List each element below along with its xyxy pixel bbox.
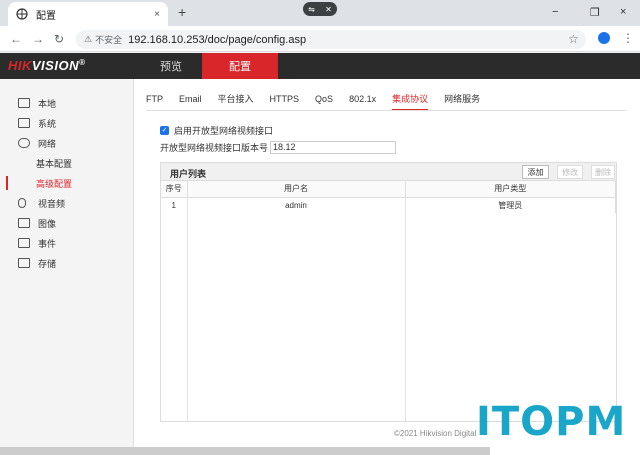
- cast-icon: ⇋: [308, 4, 315, 14]
- globe-icon: [18, 138, 30, 148]
- bookmark-star-icon[interactable]: ☆: [568, 32, 579, 46]
- delete-user-button[interactable]: 删除: [591, 165, 615, 179]
- image-icon: [18, 218, 30, 228]
- tab-platform-access[interactable]: 平台接入: [218, 91, 254, 111]
- onvif-version-field[interactable]: 18.12: [270, 141, 397, 154]
- monitor-icon: [18, 98, 30, 108]
- mic-icon: [18, 198, 26, 208]
- sidebar-item-image[interactable]: 图像: [0, 213, 134, 233]
- sidebar: 本地 系统 网络 基本配置 高级配置 视音频 图像 事件 存储: [0, 79, 134, 455]
- enable-onvif-checkbox[interactable]: ✓: [160, 126, 169, 135]
- tab-divider: [146, 110, 626, 111]
- app-header: HIKVISION® 预览 配置: [0, 53, 640, 79]
- browser-tabstrip: 配置 × + ⇋ ✕ − ❐ ×: [0, 0, 640, 26]
- add-user-button[interactable]: 添加: [522, 165, 549, 179]
- nav-preview[interactable]: 预览: [140, 53, 202, 79]
- user-list-title: 用户列表: [170, 169, 207, 179]
- tab-network-service[interactable]: 网络服务: [444, 91, 480, 111]
- copyright-footer: ©2021 Hikvision Digital: [394, 429, 477, 438]
- sidebar-item-network[interactable]: 网络: [0, 133, 134, 153]
- col-header-username: 用户名: [187, 181, 406, 198]
- grid-line: [187, 197, 188, 421]
- cast-indicator[interactable]: ⇋ ✕: [303, 2, 337, 16]
- address-bar: ← → ↻ ⚠ 不安全 192.168.10.253/doc/page/conf…: [0, 26, 640, 52]
- tab-email[interactable]: Email: [179, 91, 202, 111]
- tab-integration-protocol[interactable]: 集成协议: [392, 91, 429, 111]
- sidebar-item-storage[interactable]: 存储: [0, 253, 134, 273]
- sidebar-item-local[interactable]: 本地: [0, 93, 134, 113]
- storage-icon: [18, 258, 30, 268]
- insecure-label: 不安全: [95, 35, 123, 45]
- minimize-button[interactable]: −: [552, 6, 558, 18]
- user-list-header: 用户列表 添加 修改 删除: [161, 163, 616, 181]
- onvif-version-row: 开放型网络视频接口版本号 18.12: [160, 141, 397, 154]
- tab-https[interactable]: HTTPS: [270, 91, 300, 111]
- modify-user-button[interactable]: 修改: [557, 165, 583, 179]
- tab-ftp[interactable]: FTP: [146, 91, 163, 111]
- onvif-version-label: 开放型网络视频接口版本号: [160, 143, 269, 153]
- omnibox[interactable]: ⚠ 不安全 192.168.10.253/doc/page/config.asp: [76, 30, 586, 49]
- browser-tab[interactable]: 配置 ×: [8, 2, 168, 26]
- sidebar-item-video-audio[interactable]: 视音频: [0, 193, 134, 213]
- tab-title: 配置: [36, 10, 56, 22]
- back-icon[interactable]: ←: [10, 32, 22, 46]
- event-icon: [18, 238, 30, 248]
- enable-onvif-label: 启用开放型网络视频接口: [174, 126, 274, 136]
- grid-line: [405, 197, 406, 421]
- profile-avatar[interactable]: [598, 32, 610, 44]
- tab-8021x[interactable]: 802.1x: [349, 91, 376, 111]
- col-header-no: 序号: [161, 181, 188, 198]
- sidebar-item-system[interactable]: 系统: [0, 113, 134, 133]
- protocol-tabs: FTP Email 平台接入 HTTPS QoS 802.1x 集成协议 网络服…: [146, 91, 496, 111]
- tab-qos[interactable]: QoS: [315, 91, 333, 111]
- globe-icon: [16, 8, 28, 20]
- enable-onvif-row: ✓ 启用开放型网络视频接口: [160, 124, 273, 137]
- table-grid-lines: [161, 197, 616, 421]
- forward-icon[interactable]: →: [32, 32, 44, 46]
- close-window-button[interactable]: ×: [620, 6, 626, 18]
- restore-button[interactable]: ❐: [590, 6, 600, 19]
- hikvision-logo: HIKVISION®: [8, 58, 86, 73]
- main-panel: FTP Email 平台接入 HTTPS QoS 802.1x 集成协议 网络服…: [134, 79, 640, 455]
- url-text[interactable]: 192.168.10.253/doc/page/config.asp: [128, 34, 306, 46]
- horizontal-scrollbar[interactable]: [0, 447, 490, 455]
- col-header-usertype: 用户类型: [405, 181, 616, 198]
- nav-config[interactable]: 配置: [202, 53, 278, 79]
- sidebar-item-basic-config[interactable]: 基本配置: [0, 153, 134, 173]
- tab-close-icon[interactable]: ×: [154, 9, 160, 20]
- system-icon: [18, 118, 30, 128]
- warning-icon: ⚠: [84, 34, 93, 44]
- user-list-panel: 用户列表 添加 修改 删除 序号 用户名 用户类型 1 admin 管理员: [160, 162, 617, 422]
- sidebar-item-event[interactable]: 事件: [0, 233, 134, 253]
- new-tab-button[interactable]: +: [178, 4, 186, 20]
- browser-menu-icon[interactable]: ⋮: [622, 31, 634, 45]
- reload-icon[interactable]: ↻: [54, 32, 64, 46]
- cast-close-icon: ✕: [325, 4, 332, 14]
- sidebar-item-advanced-config[interactable]: 高级配置: [0, 173, 134, 193]
- itopm-watermark: ITOPM: [476, 399, 627, 445]
